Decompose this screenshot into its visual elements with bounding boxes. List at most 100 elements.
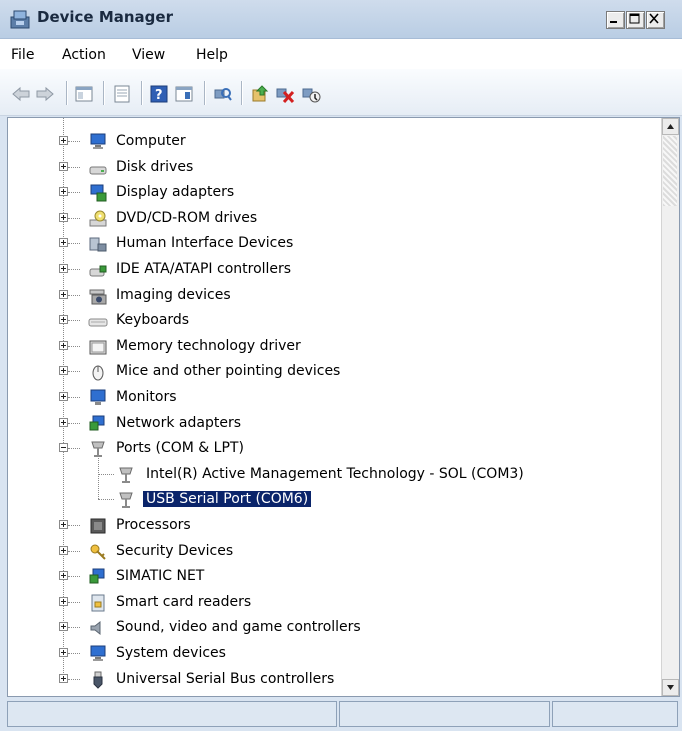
expand-toggle[interactable] [59, 187, 68, 197]
expand-toggle[interactable] [59, 366, 68, 376]
tree-connector [68, 627, 80, 629]
tree-item-label[interactable]: Monitors [116, 389, 177, 405]
expand-toggle[interactable] [59, 648, 68, 657]
tree-item-label[interactable]: DVD/CD-ROM drives [116, 210, 257, 226]
disable-device-icon[interactable] [301, 84, 321, 104]
menu-file[interactable]: File [11, 47, 34, 63]
tree-item-label[interactable]: Security Devices [116, 543, 233, 559]
expand-toggle[interactable] [59, 392, 68, 401]
tree-item-label[interactable]: Display adapters [116, 184, 234, 200]
scroll-down-button[interactable] [662, 679, 679, 696]
expand-toggle[interactable] [59, 161, 68, 171]
tree-item-label[interactable]: Mice and other pointing devices [116, 363, 340, 379]
toolbar-separator [66, 81, 67, 105]
expand-toggle[interactable] [59, 596, 68, 606]
toolbar: ? [0, 69, 682, 116]
svg-text:?: ? [155, 88, 163, 103]
tree-connector [68, 243, 80, 245]
tree-item-label[interactable]: Disk drives [116, 159, 193, 175]
keyboard-icon [88, 318, 108, 327]
toolbar-separator [141, 81, 142, 105]
menu-action[interactable]: Action [62, 47, 106, 63]
memory-icon [89, 340, 107, 355]
usb-icon [93, 671, 103, 689]
toolbar-separator [204, 81, 205, 105]
expand-toggle[interactable] [59, 289, 68, 299]
tree-item-label[interactable]: Processors [116, 517, 191, 533]
help-icon[interactable]: ? [149, 84, 169, 104]
forward-arrow-icon[interactable] [35, 84, 55, 104]
menu-view[interactable]: View [132, 47, 165, 63]
expand-toggle[interactable] [59, 571, 68, 581]
network-icon [89, 415, 105, 431]
port-icon [119, 467, 133, 483]
maximize-icon [629, 13, 640, 24]
tree-item-label[interactable]: Computer [116, 133, 186, 149]
expand-toggle[interactable] [59, 315, 68, 325]
scroll-up-icon [667, 124, 674, 129]
minimize-button[interactable] [606, 11, 625, 29]
scroll-up-button[interactable] [662, 118, 679, 135]
vertical-scrollbar[interactable] [661, 118, 679, 696]
tree-item-label[interactable]: Sound, video and game controllers [116, 619, 361, 635]
tree-item-label[interactable]: SIMATIC NET [116, 568, 204, 584]
properties-icon[interactable] [112, 84, 132, 104]
tree-connector [68, 192, 80, 194]
expand-toggle[interactable] [59, 622, 68, 632]
key-icon [90, 544, 106, 560]
tree-item-label[interactable]: Human Interface Devices [116, 235, 293, 251]
expand-toggle[interactable] [59, 212, 68, 222]
tree-connector [68, 422, 80, 424]
back-arrow-icon[interactable] [11, 84, 31, 104]
tree-item-label[interactable]: Memory technology driver [116, 338, 301, 354]
menu-help[interactable]: Help [196, 47, 228, 63]
expand-toggle[interactable] [59, 545, 68, 555]
toolbar-separator [241, 81, 242, 105]
tree-item-label[interactable]: System devices [116, 645, 226, 661]
tree-connector [68, 448, 80, 450]
tree-item-label[interactable]: Imaging devices [116, 287, 231, 303]
tree-connector [68, 576, 80, 578]
close-button[interactable] [646, 11, 665, 29]
tree-item-label[interactable]: Universal Serial Bus controllers [116, 671, 334, 687]
display-adapter-icon [90, 184, 107, 202]
hid-icon [89, 237, 107, 252]
tree-connector [68, 601, 80, 603]
expand-toggle[interactable] [59, 673, 68, 683]
show-hide-console-tree-icon[interactable] [74, 84, 94, 104]
expand-toggle[interactable] [59, 238, 68, 248]
tree-connector [68, 320, 80, 322]
dvd-drive-icon [89, 210, 107, 227]
tree-connector [98, 458, 99, 500]
expand-toggle[interactable] [59, 340, 68, 350]
tree-item-label[interactable]: Network adapters [116, 415, 241, 431]
expand-toggle[interactable] [59, 136, 68, 145]
smartcard-icon [91, 594, 105, 612]
tree-item-label[interactable]: Keyboards [116, 312, 189, 328]
tree-connector [68, 345, 80, 347]
tree-item-label[interactable]: Smart card readers [116, 594, 251, 610]
tree-connector [98, 499, 114, 501]
device-tree[interactable]: Computer Disk drives Display adapters DVD/C… [7, 117, 680, 697]
tree-item-label[interactable]: IDE ATA/ATAPI controllers [116, 261, 291, 277]
scrollbar-thumb[interactable] [663, 136, 677, 206]
tree-item-label[interactable]: Ports (COM & LPT) [116, 440, 244, 456]
scan-hardware-icon[interactable] [213, 84, 233, 104]
collapse-toggle[interactable] [59, 443, 68, 453]
monitor-icon [90, 389, 106, 405]
expand-toggle[interactable] [59, 520, 68, 529]
toolbar-separator [103, 81, 104, 105]
expand-toggle[interactable] [59, 417, 68, 427]
tree-connector [68, 269, 80, 270]
title-bar[interactable]: Device Manager [0, 0, 682, 39]
expand-toggle[interactable] [59, 264, 68, 273]
uninstall-device-icon[interactable] [275, 84, 295, 104]
tree-item-label[interactable]: USB Serial Port (COM6) [143, 491, 312, 508]
update-driver-icon[interactable] [250, 84, 270, 104]
tree-item-label[interactable]: Intel(R) Active Management Technology - … [146, 466, 524, 482]
maximize-button[interactable] [626, 11, 645, 29]
tree-connector [68, 397, 80, 398]
port-icon [91, 441, 105, 458]
speaker-icon [90, 621, 101, 636]
show-action-pane-icon[interactable] [174, 84, 194, 104]
